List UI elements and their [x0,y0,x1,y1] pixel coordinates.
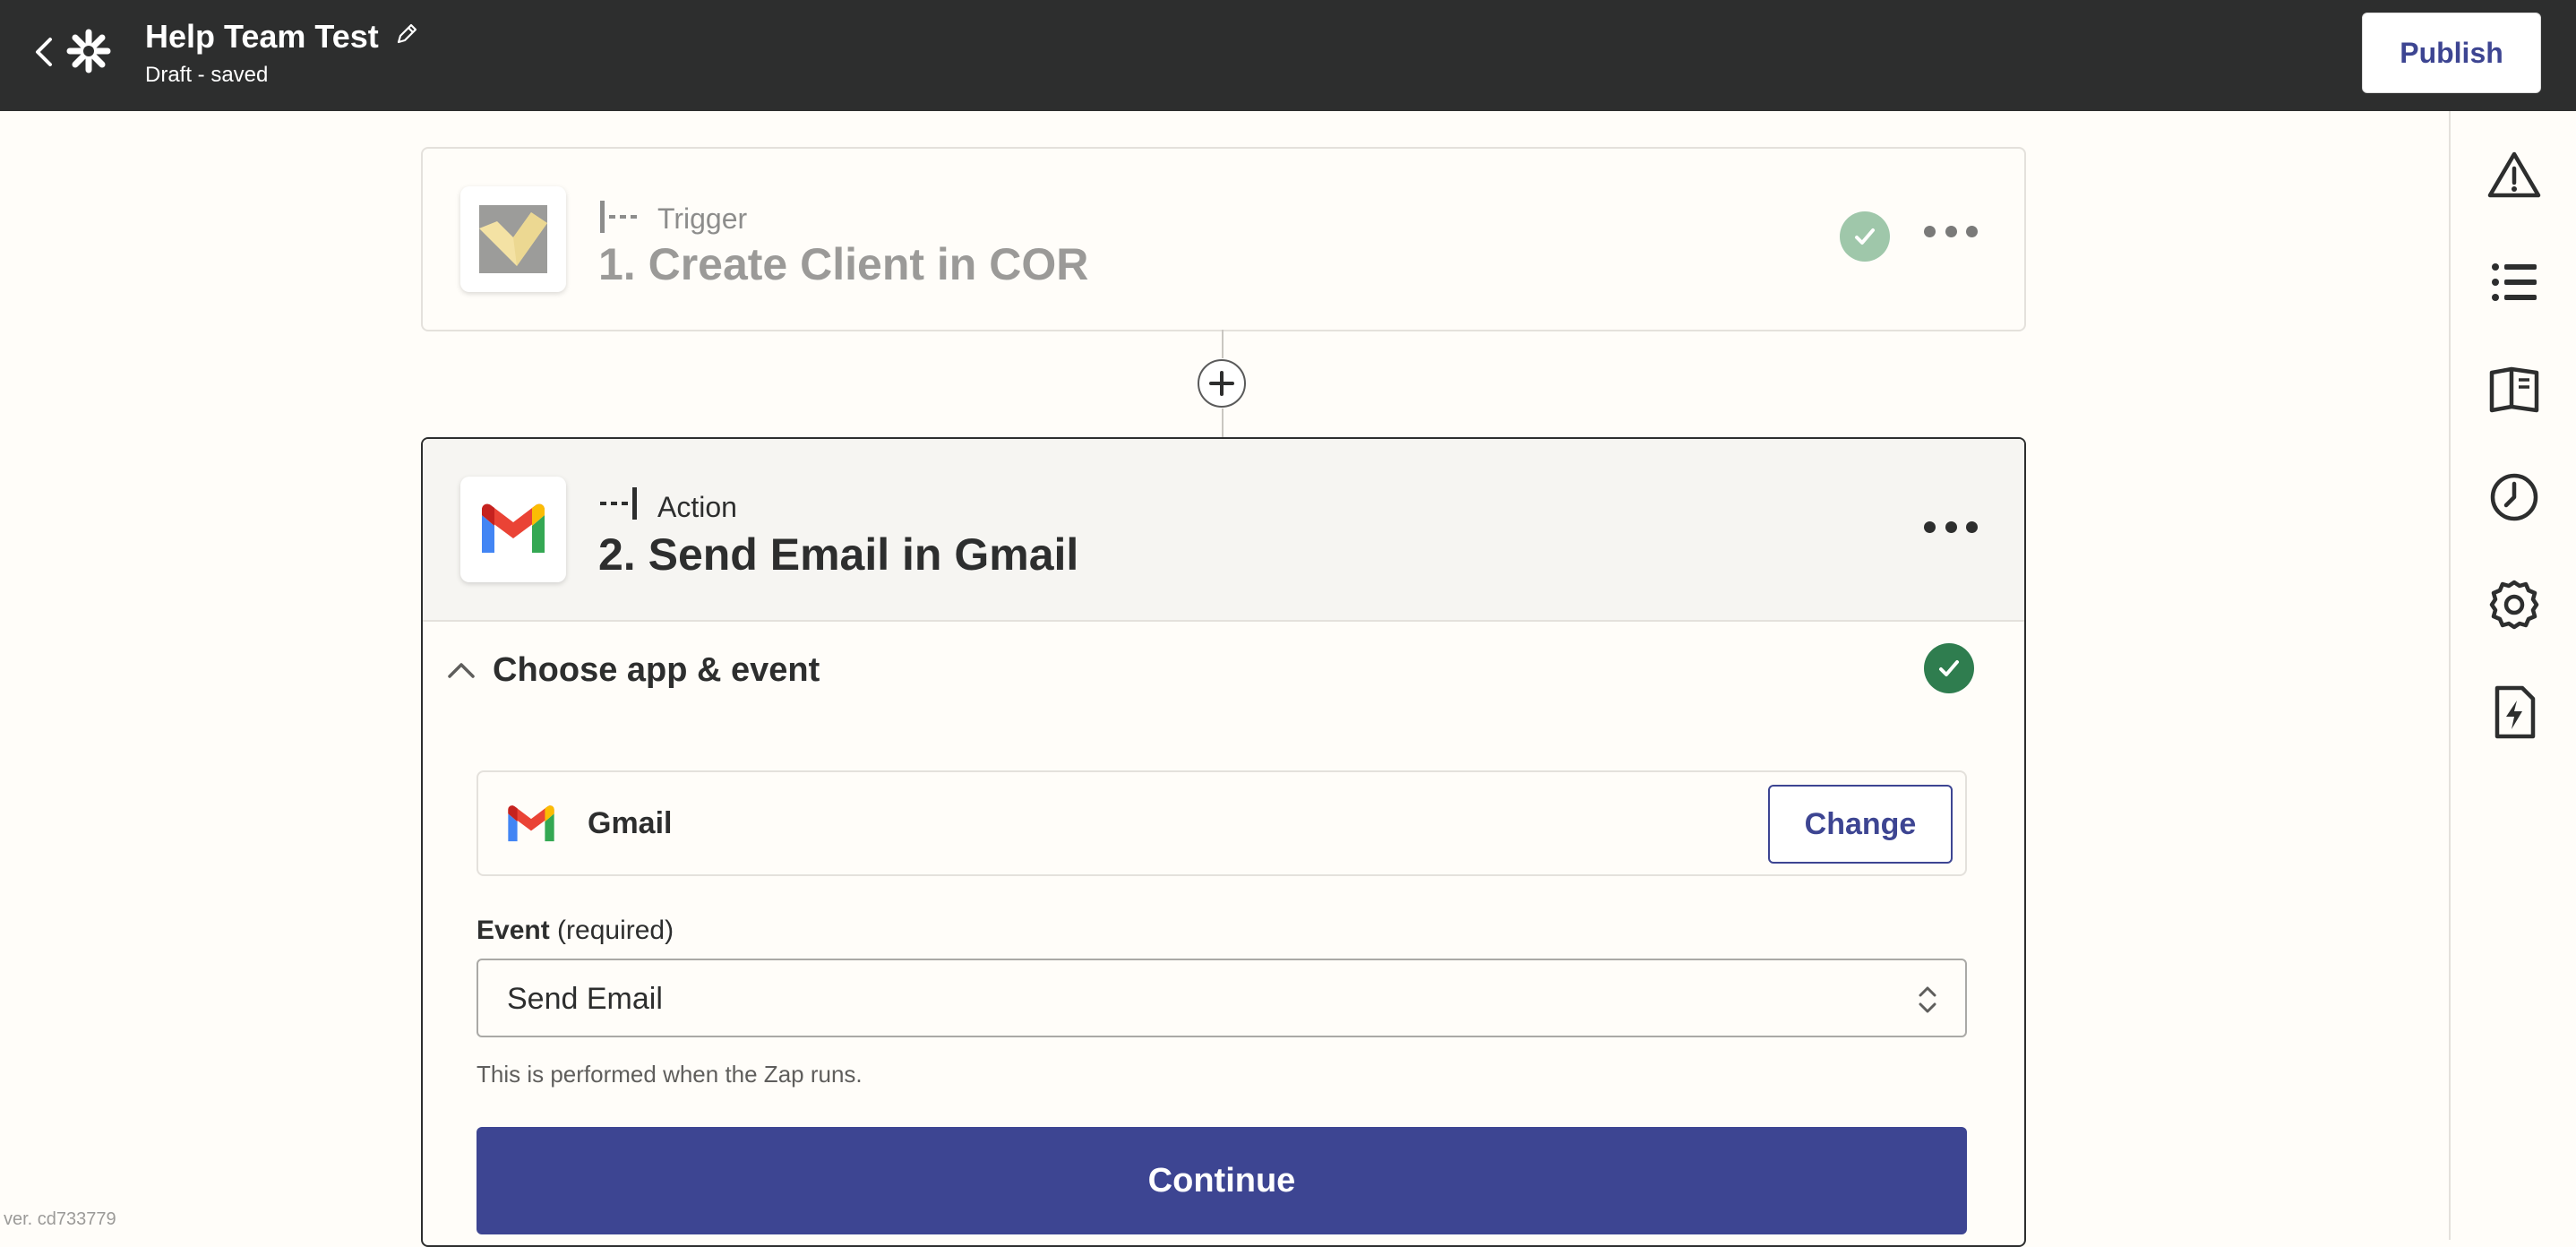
change-app-button[interactable]: Change [1768,785,1953,864]
plus-icon [1209,371,1234,396]
selected-app-row: Gmail Change [477,770,1967,876]
settings-gear-icon[interactable] [2486,577,2542,632]
warning-icon[interactable] [2486,147,2542,202]
book-icon[interactable] [2486,362,2542,417]
step-title: 2. Send Email in Gmail [598,529,1079,580]
zapier-logo-icon[interactable] [66,29,111,73]
publish-button[interactable]: Publish [2362,13,2541,93]
step-type-label: Trigger [657,202,748,235]
event-helper-text: This is performed when the Zap runs. [477,1061,863,1088]
step-type-label: Action [657,491,737,523]
required-marker: (required) [557,916,674,945]
version-label: ver. cd733779 [4,1209,116,1229]
trigger-more-options-button[interactable] [1924,213,1978,249]
list-icon[interactable] [2486,254,2542,310]
edit-pencil-icon[interactable] [394,22,419,47]
zap-status: Draft - saved [145,63,269,87]
selected-app-name: Gmail [588,806,673,840]
event-label-text: Event [477,916,550,945]
choose-app-event-toggle[interactable]: Choose app & event [446,643,820,697]
chevron-up-icon [448,663,475,678]
back-chevron-icon[interactable] [30,34,57,70]
section-title: Choose app & event [493,650,820,689]
step-connector [1222,330,1224,358]
trigger-complete-check-icon [1840,211,1890,262]
zap-title[interactable]: Help Team Test [145,18,379,56]
step-title: 1. Create Client in COR [598,239,1089,289]
action-step-header[interactable]: Action 2. Send Email in Gmail [423,439,2024,622]
trigger-step-card[interactable]: Trigger 1. Create Client in COR [421,147,2026,331]
step-connector [1222,408,1224,437]
add-step-button[interactable] [1198,359,1246,408]
section-complete-check-icon [1924,643,1974,693]
gmail-app-icon [460,477,566,582]
trigger-step-icon [600,201,637,233]
event-field-label: Event (required) [477,916,674,946]
action-step-card: Action 2. Send Email in Gmail Choose app… [421,437,2026,1247]
action-more-options-button[interactable] [1924,509,1978,545]
continue-button[interactable]: Continue [477,1127,1967,1234]
action-step-icon [600,487,637,520]
event-select-value: Send Email [507,982,663,1016]
history-icon[interactable] [2486,469,2542,525]
right-sidebar [2449,111,2576,1240]
event-select[interactable]: Send Email [477,959,1967,1037]
cor-app-icon [460,186,566,292]
gmail-icon [508,805,554,842]
top-bar: Help Team Test Draft - saved Publish [0,0,2576,111]
select-updown-chevron-icon [1919,986,1936,1013]
zap-file-icon[interactable] [2486,684,2542,740]
